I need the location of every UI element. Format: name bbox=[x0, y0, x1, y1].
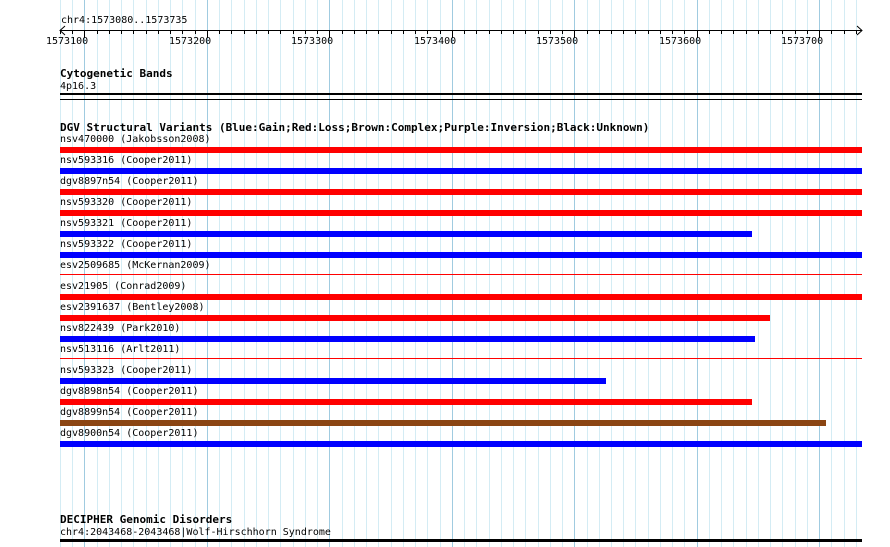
ruler-tick-label: 1573500 bbox=[536, 36, 578, 47]
ruler-tick-label: 1573200 bbox=[169, 36, 211, 47]
variant-bar[interactable] bbox=[60, 336, 755, 342]
track-separator bbox=[60, 99, 862, 100]
variant-bar[interactable] bbox=[60, 294, 862, 300]
ruler-tick-label: 1573100 bbox=[46, 36, 88, 47]
variant-label: esv2391637 (Bentley2008) bbox=[60, 302, 205, 313]
variant-bar[interactable] bbox=[60, 399, 752, 405]
variant-label: dgv8899n54 (Cooper2011) bbox=[60, 407, 199, 418]
ruler-tick-label: 1573600 bbox=[659, 36, 701, 47]
variant-bar[interactable] bbox=[60, 210, 862, 216]
decipher-feature-label: chr4:2043468-2043468|Wolf-Hirschhorn Syn… bbox=[60, 527, 331, 538]
variant-label: dgv8900n54 (Cooper2011) bbox=[60, 428, 199, 439]
cytoband-track-title: Cytogenetic Bands bbox=[60, 67, 173, 80]
variant-bar[interactable] bbox=[60, 252, 862, 258]
variant-label: dgv8897n54 (Cooper2011) bbox=[60, 176, 199, 187]
coordinate-ruler: 1573100 1573200 1573300 1573400 1573500 15736… bbox=[46, 25, 863, 47]
variant-label: esv2509685 (McKernan2009) bbox=[60, 260, 211, 271]
variant-bar[interactable] bbox=[60, 274, 862, 275]
variant-label: nsv593316 (Cooper2011) bbox=[60, 155, 193, 166]
variant-label: nsv513116 (Arlt2011) bbox=[60, 344, 181, 355]
variant-bar[interactable] bbox=[60, 358, 862, 359]
variant-label: esv21905 (Conrad2009) bbox=[60, 281, 187, 292]
variant-bar[interactable] bbox=[60, 378, 606, 384]
ruler-tick-label: 1573300 bbox=[291, 36, 333, 47]
genome-browser-panel: chr4:1573080..1573735 1573100 1573200 1573… bbox=[0, 0, 890, 547]
decipher-track-title: DECIPHER Genomic Disorders bbox=[60, 513, 233, 526]
variant-label: nsv593323 (Cooper2011) bbox=[60, 365, 193, 376]
variant-label: dgv8898n54 (Cooper2011) bbox=[60, 386, 199, 397]
variant-bar[interactable] bbox=[60, 231, 752, 237]
variant-bar[interactable] bbox=[60, 189, 862, 195]
variant-bar[interactable] bbox=[60, 441, 862, 447]
cytoband-bar[interactable] bbox=[60, 93, 862, 95]
variant-bar[interactable] bbox=[60, 147, 862, 153]
variant-label: nsv470000 (Jakobsson2008) bbox=[60, 134, 211, 145]
variant-label: nsv593320 (Cooper2011) bbox=[60, 197, 193, 208]
variant-label: nsv593321 (Cooper2011) bbox=[60, 218, 193, 229]
variant-bar[interactable] bbox=[60, 315, 770, 321]
variant-bar[interactable] bbox=[60, 168, 862, 174]
variant-label: nsv593322 (Cooper2011) bbox=[60, 239, 193, 250]
ruler-tick-label: 1573400 bbox=[414, 36, 456, 47]
variant-label: nsv822439 (Park2010) bbox=[60, 323, 181, 334]
variant-bar[interactable] bbox=[60, 420, 826, 426]
ruler-tick-label: 1573700 bbox=[781, 36, 823, 47]
decipher-feature-bar[interactable] bbox=[60, 539, 862, 542]
dgv-track-title: DGV Structural Variants (Blue:Gain;Red:L… bbox=[60, 121, 650, 134]
cytoband-label: 4p16.3 bbox=[60, 81, 97, 92]
